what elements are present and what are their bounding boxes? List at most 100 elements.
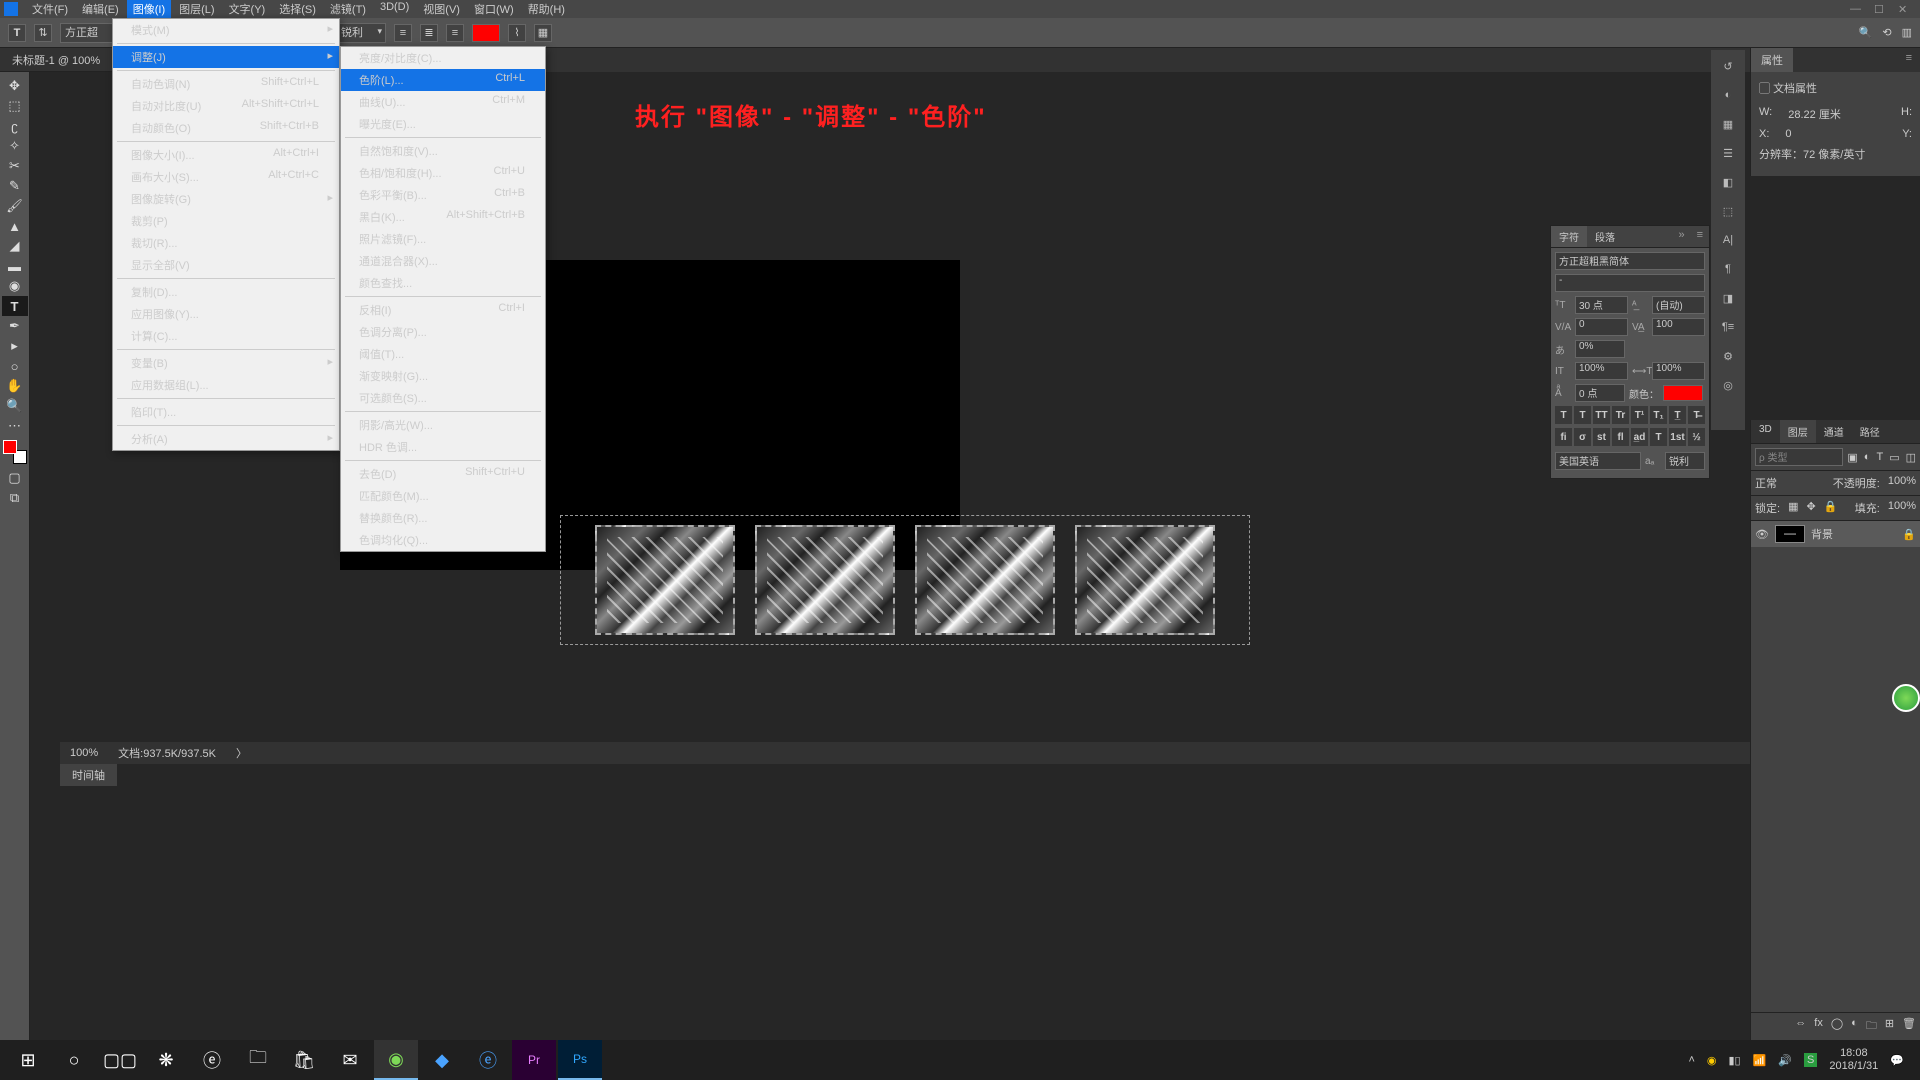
pstyles-icon[interactable]: ¶≡ [1715,314,1741,340]
cortana-icon[interactable]: ○ [52,1040,96,1080]
leading-input[interactable]: (自动) [1652,296,1705,314]
adjustments-icon[interactable]: ◧ [1715,169,1741,195]
tab-通道[interactable]: 通道 [1816,420,1852,443]
menu-item[interactable]: 曲线(U)...Ctrl+M [341,91,545,113]
style-button[interactable]: T [1574,406,1591,424]
menu-item[interactable]: 颜色查找... [341,272,545,294]
antialias-select[interactable]: 锐利 [336,23,386,43]
type-tool[interactable]: T [2,296,28,316]
menu-item[interactable]: 画布大小(S)...Alt+Ctrl+C [113,166,339,188]
tab-paragraph[interactable]: 段落 [1587,226,1623,247]
fill-value[interactable]: 100% [1888,500,1916,516]
menu-item[interactable]: 曝光度(E)... [341,113,545,135]
text-color-swatch[interactable] [472,24,500,42]
menu-1[interactable]: 编辑(E) [76,0,125,19]
menu-item[interactable]: 替换颜色(R)... [341,507,545,529]
wand-tool[interactable]: ✧ [2,136,28,156]
zoom-tool[interactable]: 🔍 [2,396,28,416]
menu-item[interactable]: 自动对比度(U)Alt+Shift+Ctrl+L [113,95,339,117]
menu-item[interactable]: 色彩平衡(B)...Ctrl+B [341,184,545,206]
tab-图层[interactable]: 图层 [1780,420,1816,443]
menu-item[interactable]: 图像旋转(G)▸ [113,188,339,210]
mask-icon[interactable]: ◯ [1831,1017,1843,1036]
menu-item[interactable]: 自动色调(N)Shift+Ctrl+L [113,73,339,95]
move-tool[interactable]: ✥ [2,76,28,96]
tab-3D[interactable]: 3D [1751,420,1780,443]
lock-pixels-icon[interactable]: ▦ [1788,500,1798,516]
align-right-icon[interactable]: ≡ [446,24,464,42]
menu-7[interactable]: 3D(D) [374,0,415,19]
menu-item[interactable]: 通道混合器(X)... [341,250,545,272]
adjustment-icon[interactable]: ◐ [1851,1017,1858,1036]
ligature-button[interactable]: σ [1574,428,1591,446]
menu-item[interactable]: 自然饱和度(V)... [341,140,545,162]
fx-icon[interactable]: fx [1814,1017,1823,1036]
menu-item[interactable]: 阴影/高光(W)... [341,414,545,436]
menu-item[interactable]: 阈值(T)... [341,343,545,365]
menu-item[interactable]: 反相(I)Ctrl+I [341,299,545,321]
menu-item[interactable]: 色阶(L)...Ctrl+L [341,69,545,91]
tray-volume[interactable]: 🔊 [1778,1054,1792,1067]
workspace-icon[interactable]: ▥ [1902,26,1912,39]
helper-badge[interactable] [1892,684,1920,712]
opacity-value[interactable]: 100% [1888,475,1916,491]
search-icon[interactable]: 🔍 [1859,26,1873,39]
layer-filter[interactable]: ρ 类型 [1755,448,1843,466]
maximize-button[interactable]: ☐ [1874,3,1886,15]
timeline-tab[interactable]: 时间轴 [60,764,117,786]
edge-icon[interactable]: ⓔ [466,1040,510,1080]
shape-tool[interactable]: ○ [2,356,28,376]
menu-item[interactable]: 色调分离(P)... [341,321,545,343]
lock-position-icon[interactable]: ✥ [1806,500,1815,516]
tab-character[interactable]: 字符 [1551,226,1587,247]
eraser-tool[interactable]: ◢ [2,236,28,256]
menu-item[interactable]: 色相/饱和度(H)...Ctrl+U [341,162,545,184]
premiere-icon[interactable]: Pr [512,1040,556,1080]
tray-battery[interactable]: ▮▯ [1729,1054,1741,1067]
scale-input[interactable]: 0% [1575,340,1625,358]
path-select-tool[interactable]: ▸ [2,336,28,356]
color-picker[interactable] [3,440,27,464]
menu-item[interactable]: 黑白(K)...Alt+Shift+Ctrl+B [341,206,545,228]
tray-wifi[interactable]: 📶 [1753,1054,1767,1067]
close-button[interactable]: ✕ [1898,3,1910,15]
style-button[interactable]: Tr [1612,406,1629,424]
ligature-button[interactable]: a̲d [1631,428,1648,446]
group-icon[interactable]: 🗀 [1866,1017,1877,1036]
styles-icon[interactable]: ⬚ [1715,198,1741,224]
screenmode-icon[interactable]: ⧉ [2,488,28,508]
stamp-tool[interactable]: ▲ [2,216,28,236]
document-tab[interactable]: 未标题-1 @ 100% [0,48,112,72]
lasso-tool[interactable]: ʗ [2,116,28,136]
menu-item[interactable]: 亮度/对比度(C)... [341,47,545,69]
menu-6[interactable]: 滤镜(T) [324,0,372,19]
start-button[interactable]: ⊞ [6,1040,50,1080]
store-icon[interactable]: 🛍 [282,1040,326,1080]
text-selection[interactable] [560,515,1250,645]
filter-shape-icon[interactable]: ▭ [1889,451,1899,464]
filter-text-icon[interactable]: T [1876,451,1883,464]
style-button[interactable]: T₁ [1650,406,1667,424]
ligature-button[interactable]: 1st [1669,428,1686,446]
history-icon[interactable]: ↺ [1715,53,1741,79]
font-size-input[interactable]: 30 点 [1575,296,1628,314]
dodge-tool[interactable]: ◉ [2,276,28,296]
eyedropper-tool[interactable]: ✎ [2,176,28,196]
menu-item[interactable]: 可选颜色(S)... [341,387,545,409]
color-icon[interactable]: ◐ [1715,82,1741,108]
style-button[interactable]: T̲ [1669,406,1686,424]
menu-item[interactable]: 自动颜色(O)Shift+Ctrl+B [113,117,339,139]
menu-0[interactable]: 文件(F) [26,0,74,19]
warp-text-icon[interactable]: ⌇ [508,24,526,42]
libraries-icon[interactable]: ☰ [1715,140,1741,166]
ligature-button[interactable]: ½ [1688,428,1705,446]
menu-item[interactable]: 计算(C)... [113,325,339,347]
delete-icon[interactable]: 🗑 [1902,1017,1916,1036]
hand-tool[interactable]: ✋ [2,376,28,396]
menu-item[interactable]: 照片滤镜(F)... [341,228,545,250]
align-center-icon[interactable]: ≣ [420,24,438,42]
menu-5[interactable]: 选择(S) [273,0,322,19]
actions-icon[interactable]: ⚙ [1715,343,1741,369]
font-family-input[interactable]: 方正超粗黑简体 [1555,252,1705,270]
style-button[interactable]: T̶ [1688,406,1705,424]
